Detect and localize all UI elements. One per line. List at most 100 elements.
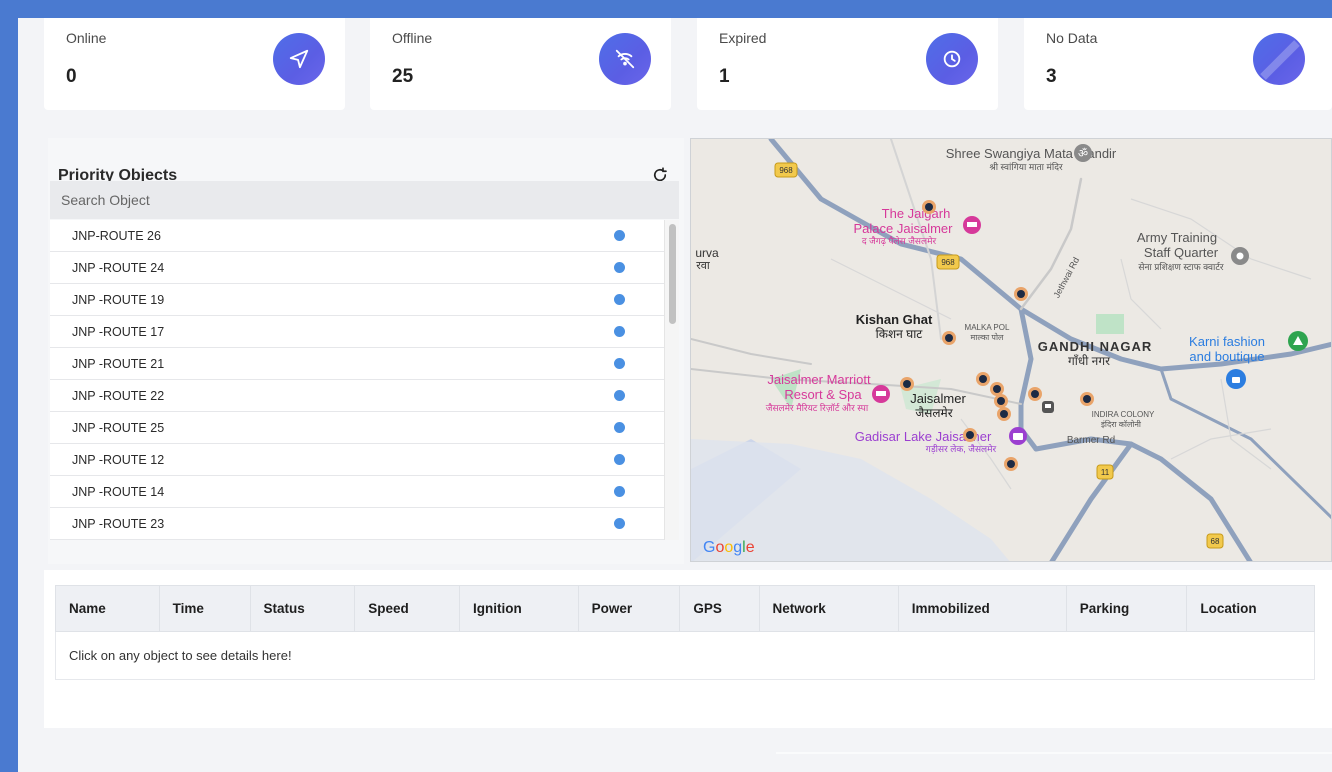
map-label: INDIRA COLONY — [1092, 410, 1155, 419]
no-data-icon — [1253, 33, 1305, 85]
vehicle-marker[interactable] — [1004, 457, 1018, 471]
hotel-marker[interactable] — [963, 216, 981, 234]
column-header[interactable]: Speed — [354, 585, 461, 632]
object-name: JNP -ROUTE 12 — [72, 453, 165, 467]
column-header[interactable]: Location — [1186, 585, 1315, 632]
stat-card-online[interactable]: Online 0 — [44, 18, 345, 110]
google-logo: Google — [703, 539, 755, 556]
column-header[interactable]: Network — [758, 585, 899, 632]
status-dot — [614, 294, 625, 305]
map-label: श्री स्वांगिया माता मंदिर — [989, 161, 1063, 172]
svg-text:968: 968 — [779, 166, 793, 175]
wifi-off-icon — [599, 33, 651, 85]
route-shield-968: 968 — [774, 162, 798, 178]
status-dot — [614, 390, 625, 401]
vehicle-marker[interactable] — [990, 382, 1004, 396]
search-object-input[interactable] — [50, 181, 679, 219]
svg-text:11: 11 — [1101, 468, 1110, 477]
send-icon — [273, 33, 325, 85]
map-label: द जैगढ़ पैलेस जैसलमेर — [862, 235, 937, 246]
map-label: Jethwai Rd — [1051, 256, 1081, 300]
vehicle-marker[interactable] — [922, 200, 936, 214]
vehicle-marker[interactable] — [1028, 387, 1042, 401]
list-item[interactable]: JNP -ROUTE 25 — [50, 412, 679, 444]
stat-label: Expired — [719, 30, 767, 46]
map-label: सेना प्रशिक्षण स्टाफ क्वार्टर — [1138, 261, 1224, 272]
list-item[interactable]: JNP -ROUTE 24 — [50, 252, 679, 284]
object-name: JNP-ROUTE 26 — [72, 229, 161, 243]
status-dot — [614, 262, 625, 273]
camera-marker[interactable] — [1009, 427, 1027, 445]
status-dot — [614, 358, 625, 369]
column-header[interactable]: Immobilized — [897, 585, 1067, 632]
object-name: JNP -ROUTE 14 — [72, 485, 165, 499]
vehicle-marker[interactable] — [900, 377, 914, 391]
column-header[interactable]: GPS — [679, 585, 760, 632]
scrollbar-thumb[interactable] — [669, 224, 676, 324]
vehicle-marker[interactable] — [994, 394, 1008, 408]
column-header[interactable]: Name — [55, 585, 160, 632]
bottom-highlight — [776, 752, 1332, 754]
svg-text:968: 968 — [941, 258, 955, 267]
object-name: JNP -ROUTE 23 — [72, 517, 165, 531]
map-label: GANDHI NAGAR — [1038, 339, 1153, 354]
list-scrollbar[interactable] — [664, 220, 679, 540]
transit-marker[interactable] — [1042, 401, 1054, 413]
map-label: रवा — [696, 260, 710, 272]
map-label: Kishan Ghat — [856, 312, 933, 327]
clock-icon — [926, 33, 978, 85]
vehicle-marker[interactable] — [976, 372, 990, 386]
column-header[interactable]: Power — [577, 585, 681, 632]
list-item[interactable]: JNP -ROUTE 21 — [50, 348, 679, 380]
vehicle-marker[interactable] — [942, 331, 956, 345]
park-marker[interactable] — [1288, 331, 1308, 351]
column-header[interactable]: Parking — [1065, 585, 1188, 632]
svg-text:ॐ: ॐ — [1078, 147, 1088, 160]
list-item[interactable]: JNP -ROUTE 19 — [50, 284, 679, 316]
route-shield-968: 968 — [936, 254, 960, 270]
object-name: JNP -ROUTE 19 — [72, 293, 165, 307]
stat-card-no-data[interactable]: No Data 3 — [1024, 18, 1332, 110]
list-item[interactable]: JNP -ROUTE 22 — [50, 380, 679, 412]
route-shield-68: 68 — [1206, 533, 1224, 549]
vehicle-marker[interactable] — [997, 407, 1011, 421]
stat-card-offline[interactable]: Offline 25 — [370, 18, 671, 110]
stat-card-expired[interactable]: Expired 1 — [697, 18, 998, 110]
hotel-marker[interactable] — [872, 385, 890, 403]
vehicle-marker[interactable] — [1014, 287, 1028, 301]
map-label: किशन घाट — [876, 327, 924, 341]
vehicle-marker[interactable] — [963, 428, 977, 442]
list-item[interactable]: JNP-ROUTE 26 — [50, 220, 679, 252]
map-label: Jaisalmer — [910, 391, 966, 406]
list-item[interactable]: JNP -ROUTE 12 — [50, 444, 679, 476]
dashboard-frame: Online 0 Offline 25 Expired 1 No Data 3 … — [18, 18, 1332, 772]
map-view[interactable]: 968 968 11 68 Shree Swangiya Mata Mandir… — [690, 138, 1332, 562]
vehicle-marker[interactable] — [1080, 392, 1094, 406]
map-label: Karni fashion — [1189, 334, 1265, 349]
stat-value: 1 — [719, 66, 730, 87]
stat-label: No Data — [1046, 30, 1098, 46]
list-item[interactable]: JNP -ROUTE 14 — [50, 476, 679, 508]
object-name: JNP -ROUTE 25 — [72, 421, 165, 435]
column-header[interactable]: Status — [249, 585, 356, 632]
temple-marker[interactable]: ॐ — [1074, 144, 1092, 162]
map-label: माल्का पोल — [971, 332, 1005, 342]
map-label: MALKA POL — [965, 323, 1010, 332]
object-name: JNP -ROUTE 21 — [72, 357, 165, 371]
map-label: Jaisalmer Marriott — [767, 372, 871, 387]
svg-text:68: 68 — [1211, 537, 1220, 546]
status-dot — [614, 454, 625, 465]
details-table: Name Time Status Speed Ignition Power GPS Netwo… — [55, 585, 1315, 680]
object-list: JNP-ROUTE 26 JNP -ROUTE 24 JNP -ROUTE 19 JN… — [50, 220, 679, 540]
status-dot — [614, 326, 625, 337]
map-label: Palace Jaisalmer — [854, 221, 954, 236]
list-item[interactable]: JNP -ROUTE 17 — [50, 316, 679, 348]
stat-value: 25 — [392, 66, 414, 87]
map-label: Staff Quarter — [1144, 245, 1219, 260]
shop-marker[interactable] — [1226, 369, 1246, 389]
map-label: गाँधी नगर — [1068, 354, 1111, 368]
column-header[interactable]: Time — [158, 585, 251, 632]
list-item[interactable]: JNP -ROUTE 23 — [50, 508, 679, 540]
place-marker[interactable] — [1231, 247, 1249, 265]
column-header[interactable]: Ignition — [459, 585, 579, 632]
